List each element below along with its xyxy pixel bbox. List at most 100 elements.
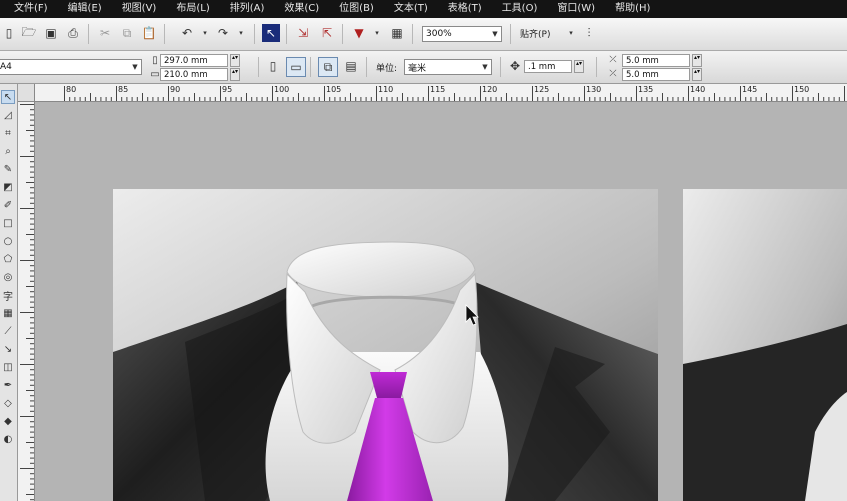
polygon-tool-icon[interactable]: ⬠ [1,252,15,266]
cut-icon[interactable]: ✂ [96,24,114,42]
snap-to-button[interactable]: 贴齐(P) [520,27,550,40]
ruler-label-125: 125 [534,85,550,94]
height-spinner[interactable]: ▴▾ [230,68,240,81]
menu-text[interactable]: 文本(T) [384,0,438,18]
ruler-label-145: 145 [742,85,758,94]
fill-tool-icon[interactable]: ◆ [1,414,15,428]
import-icon[interactable]: ⇲ [294,24,312,42]
shape-tool-icon[interactable]: ◿ [1,108,15,122]
smart-drawing-icon[interactable]: ✐ [1,198,15,212]
basic-shapes-icon[interactable]: ◎ [1,270,15,284]
chevron-down-icon: ▼ [132,63,138,71]
menu-table[interactable]: 表格(T) [438,0,492,18]
new-document-icon[interactable]: ▯ [0,24,18,42]
duplicate-distance-x-field[interactable]: 5.0 mm [622,54,690,67]
undo-icon[interactable]: ↶ [178,24,196,42]
duplicate-distance-y-field[interactable]: 5.0 mm [622,68,690,81]
undo-dropdown-icon[interactable]: ▾ [196,24,214,42]
options-icon[interactable]: ⫶ [580,24,598,42]
search-content-icon[interactable]: ↖ [262,24,280,42]
ruler-label-80: 80 [66,85,77,94]
menu-arrange[interactable]: 排列(A) [220,0,275,18]
smart-fill-icon[interactable]: ◩ [1,180,15,194]
crop-tool-icon[interactable]: ⌗ [1,126,15,140]
interactive-fill-icon[interactable]: ◐ [1,432,15,446]
nudge-distance-field[interactable]: .1 mm [524,60,572,73]
ruler-origin[interactable] [18,84,35,102]
print-icon[interactable]: ⎙ [64,24,82,42]
menu-tools[interactable]: 工具(O) [492,0,548,18]
outline-tool-icon[interactable]: ◇ [1,396,15,410]
menu-view[interactable]: 视图(V) [112,0,167,18]
page-width-field[interactable]: 297.0 mm [160,54,228,67]
menu-bitmaps[interactable]: 位图(B) [329,0,384,18]
width-spinner[interactable]: ▴▾ [230,54,240,67]
zoom-level-combo[interactable]: 300% ▼ [422,26,502,42]
units-value: 毫米 [408,63,427,74]
copy-icon[interactable]: ⧉ [118,24,136,42]
connector-tool-icon[interactable]: ↘ [1,342,15,356]
application-launcher-icon[interactable]: ▼ [350,24,368,42]
chevron-down-icon: ▼ [482,63,488,71]
zoom-tool-icon[interactable]: ⌕ [1,144,15,158]
ruler-label-110: 110 [378,85,394,94]
launcher-dropdown-icon[interactable]: ▾ [368,24,386,42]
all-pages-icon[interactable]: ⧉ [318,57,338,77]
vruler-ticks [20,104,34,501]
table-tool-icon[interactable]: ▦ [1,306,15,320]
illustration[interactable] [35,102,847,501]
ruler-label-85: 85 [118,85,129,94]
page-size-combo[interactable]: A4 ▼ [0,59,142,75]
redo-dropdown-icon[interactable]: ▾ [232,24,250,42]
menu-file[interactable]: 文件(F) [0,0,58,18]
menu-edit[interactable]: 编辑(E) [58,0,112,18]
freehand-tool-icon[interactable]: ✎ [1,162,15,176]
zoom-level-value: 300% [426,29,452,39]
menu-window[interactable]: 窗口(W) [547,0,605,18]
ellipse-tool-icon[interactable]: ○ [1,234,15,248]
landscape-icon[interactable]: ▭ [286,57,306,77]
ruler-label-100: 100 [274,85,290,94]
ruler-label-115: 115 [430,85,446,94]
vertical-ruler[interactable] [18,84,35,501]
standard-toolbar: ▯ 🗁 ▣ ⎙ ✂ ⧉ 📋 ↶ ▾ ↷ ▾ ↖ ⇲ ⇱ ▼ ▾ ▦ 300% ▼… [0,18,847,51]
paste-icon[interactable]: 📋 [140,24,158,42]
ruler-label-130: 130 [586,85,602,94]
save-icon[interactable]: ▣ [42,24,60,42]
duplicate-y-spinner[interactable]: ▴▾ [692,68,702,81]
export-icon[interactable]: ⇱ [318,24,336,42]
welcome-screen-icon[interactable]: ▦ [388,24,406,42]
page-height-field[interactable]: 210.0 mm [160,68,228,81]
ruler-label-95: 95 [222,85,233,94]
ruler-label-90: 90 [170,85,181,94]
nudge-spinner[interactable]: ▴▾ [574,60,584,73]
redo-icon[interactable]: ↷ [214,24,232,42]
menu-help[interactable]: 帮助(H) [605,0,660,18]
horizontal-ruler[interactable]: 80 85 90 95 100 105 110 115 120 125 130 … [34,84,847,102]
units-combo[interactable]: 毫米 ▼ [404,59,492,75]
units-label: 单位: [376,64,398,74]
ruler-label-140: 140 [690,85,706,94]
ruler-label-105: 105 [326,85,342,94]
portrait-icon[interactable]: ▯ [264,57,282,75]
drawing-canvas[interactable] [35,102,847,501]
open-folder-icon[interactable]: 🗁 [20,24,38,42]
nudge-distance-icon: ✥ [509,59,521,73]
duplicate-x-spinner[interactable]: ▴▾ [692,54,702,67]
ruler-label-120: 120 [482,85,498,94]
duplicate-y-icon: ⤫ [609,69,617,79]
pick-tool-icon[interactable]: ↖ [1,90,15,104]
menu-layout[interactable]: 布局(L) [166,0,219,18]
rectangle-tool-icon[interactable]: □ [1,216,15,230]
ruler-label-135: 135 [638,85,654,94]
eyedropper-tool-icon[interactable]: ✒ [1,378,15,392]
dimension-tool-icon[interactable]: ⟋ [1,324,15,338]
blend-tool-icon[interactable]: ◫ [1,360,15,374]
menu-effects[interactable]: 效果(C) [274,0,329,18]
current-page-icon[interactable]: ▤ [342,57,360,75]
page-size-value: A4 [0,62,12,72]
text-tool-icon[interactable]: 字 [1,288,15,303]
snap-dropdown-icon[interactable]: ▾ [562,24,580,42]
ruler-label-150: 150 [794,85,810,94]
collar-band [286,241,476,298]
